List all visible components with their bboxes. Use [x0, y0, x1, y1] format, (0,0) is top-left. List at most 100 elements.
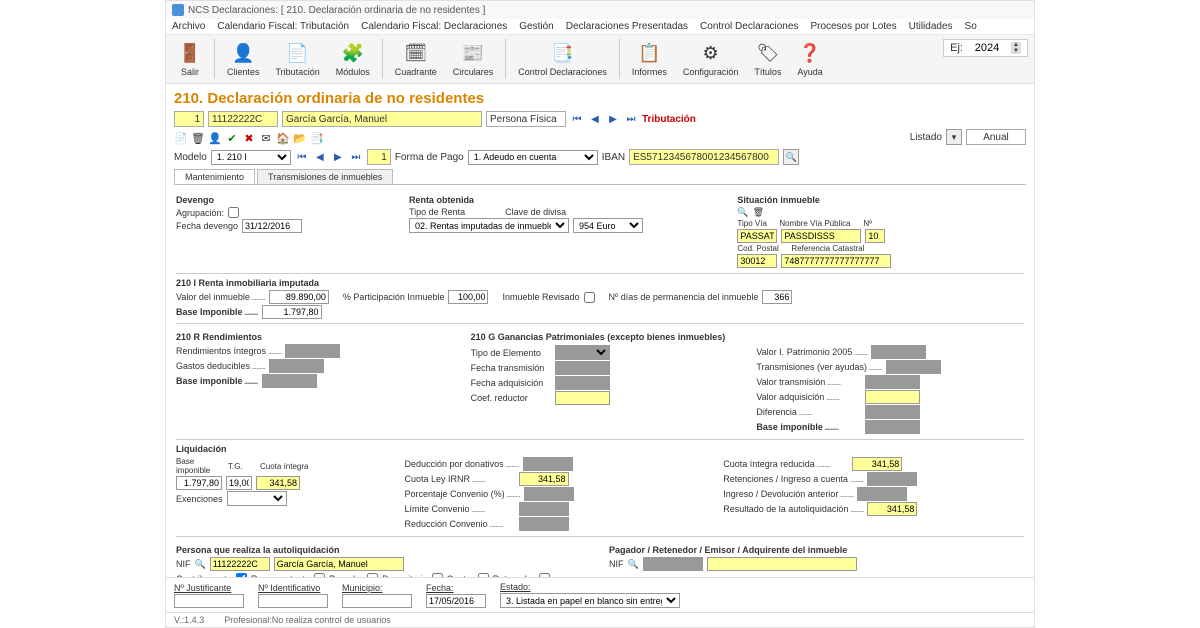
tributacion-link[interactable]: Tributación [642, 114, 696, 125]
bottom-fecha[interactable] [426, 594, 486, 608]
mod-prev[interactable]: ◀ [313, 150, 327, 164]
menu-util[interactable]: Utilidades [909, 21, 953, 32]
tb-modulos[interactable]: 🧩Módulos [330, 39, 376, 79]
cancel-icon[interactable]: ✖ [242, 131, 256, 145]
tb-ayuda[interactable]: ❓Ayuda [791, 39, 828, 79]
main-toolbar: 🚪Salir 👤Clientes 📄Tributación 🧩Módulos 🗓… [166, 35, 1034, 84]
menu-cal-trib[interactable]: Calendario Fiscal: Tributación [217, 21, 349, 32]
nav-prev-icon[interactable]: ◀ [588, 112, 602, 126]
search-icon[interactable]: 🔍 [195, 559, 206, 570]
search-icon[interactable]: 🔍 [737, 207, 748, 218]
year-selector[interactable]: Ej: ▲▼ [943, 39, 1028, 57]
mod-first[interactable]: ⏮ [295, 150, 309, 164]
tags-icon: 🏷 [756, 41, 780, 65]
estado-select[interactable]: 3. Listada en papel en blanco sin entreg… [500, 593, 680, 608]
year-input[interactable] [967, 42, 1007, 54]
num-via[interactable] [865, 229, 885, 243]
tipo-renta-select[interactable]: 02. Rentas imputadas de inmuebles urb [409, 218, 569, 233]
menu-so[interactable]: So [965, 21, 977, 32]
fecha-dev[interactable] [242, 219, 302, 233]
tb-clientes[interactable]: 👤Clientes [221, 39, 266, 79]
ref-cat[interactable] [781, 254, 891, 268]
profesional: Profesional:No realiza control de usuari… [224, 615, 391, 625]
menu-control[interactable]: Control Declaraciones [700, 21, 798, 32]
part[interactable] [448, 290, 488, 304]
delete-icon[interactable]: 🗑 [191, 131, 205, 145]
header-name[interactable]: García García, Manuel [282, 111, 482, 127]
valor-inm[interactable] [269, 290, 329, 304]
doc-icon[interactable]: 📑 [310, 131, 324, 145]
liq-hdr: Liquidación [176, 444, 1024, 454]
tb-tributacion[interactable]: 📄Tributación [270, 39, 326, 79]
dias[interactable] [762, 290, 792, 304]
check-icon[interactable]: ✔ [225, 131, 239, 145]
cir[interactable] [852, 457, 902, 471]
menu-lotes[interactable]: Procesos por Lotes [810, 21, 896, 32]
clave-divisa-select[interactable]: 954 Euro [573, 218, 643, 233]
header-id[interactable]: 1 [174, 111, 204, 127]
val-adq[interactable] [865, 390, 920, 404]
mod-last[interactable]: ⏭ [349, 150, 363, 164]
nav-first-icon[interactable]: ⏮ [570, 112, 584, 126]
lim-conv [519, 502, 569, 516]
periodo: Anual [966, 129, 1026, 145]
folder-icon[interactable]: 📂 [293, 131, 307, 145]
n-ident[interactable] [258, 594, 328, 608]
nav-next-icon[interactable]: ▶ [606, 112, 620, 126]
mod-page[interactable]: 1 [367, 149, 391, 165]
new-icon[interactable]: 📄 [174, 131, 188, 145]
user-icon[interactable]: 👤 [208, 131, 222, 145]
listado-btn[interactable]: ▾ [946, 129, 962, 145]
revisado-check[interactable] [584, 292, 595, 303]
separator [214, 39, 215, 79]
base-imp[interactable] [262, 305, 322, 319]
modules-icon: 🧩 [341, 41, 365, 65]
trash-icon[interactable]: 🗑 [753, 207, 764, 218]
nombre-via[interactable] [781, 229, 861, 243]
tb-config[interactable]: ⚙Configuración [677, 39, 745, 79]
header-tipo: Persona Física [486, 111, 566, 127]
iban-search-icon[interactable]: 🔍 [783, 149, 799, 165]
liq-tg[interactable] [226, 476, 252, 490]
menu-archivo[interactable]: Archivo [172, 21, 205, 32]
tab-mantenimiento[interactable]: Mantenimiento [174, 169, 255, 184]
tab-transmisiones[interactable]: Transmisiones de inmuebles [257, 169, 393, 184]
forma-pago-select[interactable]: 1. Adeudo en cuenta [468, 150, 598, 165]
liq-ci[interactable] [256, 476, 300, 490]
year-down[interactable]: ▼ [1011, 48, 1021, 54]
persona-nif[interactable] [210, 557, 270, 571]
mod-next[interactable]: ▶ [331, 150, 345, 164]
tb-control-decl[interactable]: 📑Control Declaraciones [512, 39, 613, 79]
menu-cal-decl[interactable]: Calendario Fiscal: Declaraciones [361, 21, 507, 32]
menu-gestion[interactable]: Gestión [519, 21, 553, 32]
tb-informes[interactable]: 📋Informes [626, 39, 673, 79]
resultado[interactable] [867, 502, 917, 516]
exen-select[interactable] [227, 491, 287, 506]
modelo-select[interactable]: 1. 210 I [211, 150, 291, 165]
tb-salir[interactable]: 🚪Salir [172, 39, 208, 79]
tipo-via[interactable] [737, 229, 777, 243]
n-justif[interactable] [174, 594, 244, 608]
coef-red[interactable] [555, 391, 610, 405]
tb-cuadrante[interactable]: 🗓Cuadrante [389, 39, 443, 79]
menubar: Archivo Calendario Fiscal: Tributación C… [166, 19, 1034, 35]
persona-name[interactable] [274, 557, 404, 571]
header-nif[interactable]: 11122222C [208, 111, 278, 127]
cp[interactable] [737, 254, 777, 268]
agrup-check[interactable] [228, 207, 239, 218]
cuota-irnr[interactable] [519, 472, 569, 486]
pagador-name[interactable] [707, 557, 857, 571]
iban-field[interactable]: ES5712345678001234567800 [629, 149, 779, 165]
nav-last-icon[interactable]: ⏭ [624, 112, 638, 126]
mail-icon[interactable]: ✉ [259, 131, 273, 145]
bottom-mun[interactable] [342, 594, 412, 608]
persona-hdr: Persona que realiza la autoliquidación [176, 545, 591, 555]
liq-bi[interactable] [176, 476, 222, 490]
help-icon: ❓ [798, 41, 822, 65]
tb-circulares[interactable]: 📰Circulares [447, 39, 500, 79]
home-icon[interactable]: 🏠 [276, 131, 290, 145]
iban-label: IBAN [602, 152, 625, 163]
tb-titulos[interactable]: 🏷Títulos [748, 39, 787, 79]
menu-decl-pres[interactable]: Declaraciones Presentadas [566, 21, 688, 32]
search-icon[interactable]: 🔍 [628, 559, 639, 570]
